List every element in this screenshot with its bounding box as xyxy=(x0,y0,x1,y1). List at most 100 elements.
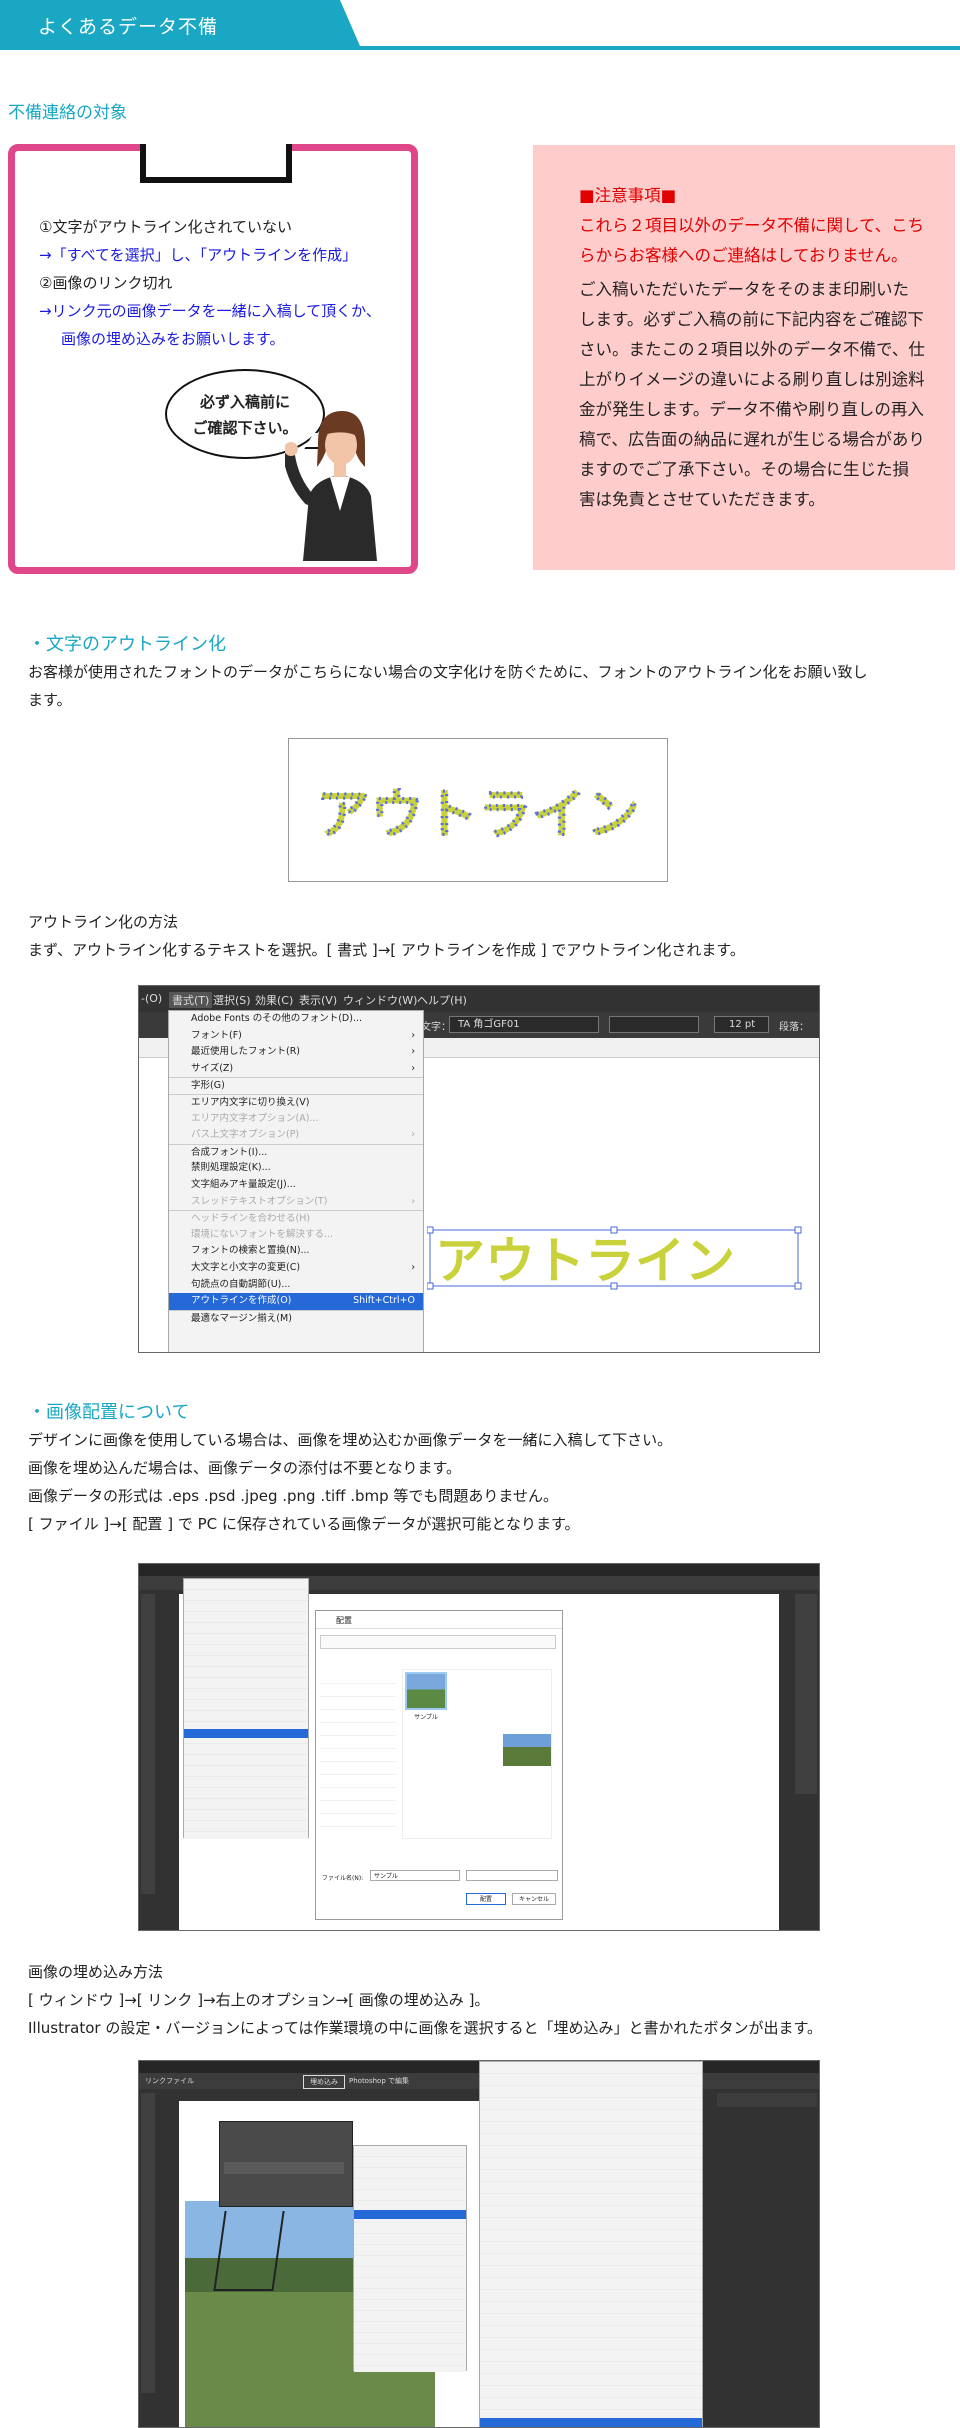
font-select[interactable]: TA 角ゴGF01 xyxy=(449,1016,599,1033)
menu-item[interactable]: 字形(G) xyxy=(169,1077,423,1094)
outline-method-title: アウトライン化の方法 xyxy=(28,913,179,931)
image-heading: ・画像配置について xyxy=(28,1402,190,1423)
image-desc-4: [ ファイル ]→[ 配置 ] で PC に保存されている画像データが選択可能と… xyxy=(28,1515,580,1533)
menu-item-create-outlines[interactable]: アウトラインを作成(O) Shift+Ctrl+O xyxy=(169,1293,423,1310)
file-type-select[interactable] xyxy=(466,1870,558,1881)
right-controls xyxy=(717,2093,817,2107)
screenshot-links-panel: リンクファイル 埋め込み Photoshop で編集 xyxy=(138,2060,820,2428)
menu-item[interactable]: 大文字と小文字の変更(C) › xyxy=(169,1260,423,1277)
notice-body: ご入稿いただいたデータをそのまま印刷いたします。必ずご入稿の前に下記内容をご確認… xyxy=(579,280,925,509)
check-item-2-action: →リンク元の画像データを一緒に入稿して頂くか、 xyxy=(39,302,381,320)
link-row[interactable] xyxy=(224,2162,344,2174)
clipboard-clip xyxy=(132,137,300,183)
menu-bar: -(O) 書式(T) 選択(S) 効果(C) 表示(V) ウィンドウ(W) ヘル… xyxy=(139,986,819,1012)
edit-in-photoshop-button[interactable]: Photoshop で編集 xyxy=(349,2076,409,2086)
section-title: 不備連絡の対象 xyxy=(8,103,127,123)
embed-button[interactable]: 埋め込み xyxy=(303,2075,345,2089)
menu-item[interactable]: 環境にないフォントを解決する... xyxy=(169,1227,423,1244)
place-dialog: 配置 サンプル ファイル名(N): サンプル 配置 キャンセル xyxy=(315,1610,563,1920)
screenshot-type-menu: -(O) 書式(T) 選択(S) 効果(C) 表示(V) ウィンドウ(W) ヘル… xyxy=(138,985,820,1353)
check-item-1-action: →「すべてを選択」し、「アウトラインを作成」 xyxy=(39,246,358,264)
menubar-item-type[interactable]: 書式(T) xyxy=(169,992,213,1008)
file-browser: サンプル xyxy=(402,1669,552,1839)
font-size-field[interactable]: 12 pt xyxy=(714,1016,769,1033)
menubar-item[interactable]: -(O) xyxy=(141,992,162,1005)
notice-red-text: これら２項目以外のデータ不備に関して、こちらからお客様へのご連絡はしておりません… xyxy=(579,216,925,265)
chair-shape xyxy=(213,2211,285,2291)
selected-outline-text: アウトライン xyxy=(435,1232,735,1290)
selected-text-object[interactable]: アウトライン xyxy=(427,1226,807,1296)
embed-title: 画像の埋め込み方法 xyxy=(28,1963,164,1981)
thumbnail-label: サンプル xyxy=(414,1714,438,1721)
dialog-title: 配置 xyxy=(316,1611,562,1629)
links-panel xyxy=(219,2121,353,2207)
outline-desc-2: ます。 xyxy=(28,691,72,709)
menu-item[interactable]: 合成フォント(I)... xyxy=(169,1143,423,1161)
menu-item[interactable]: 文字組みアキ量設定(J)... xyxy=(169,1177,423,1194)
menubar-item[interactable]: 表示(V) xyxy=(299,992,337,1008)
menu-item[interactable]: サイズ(Z) › xyxy=(169,1061,423,1078)
file-menu-items[interactable] xyxy=(184,1579,308,1839)
image-desc-3: 画像データの形式は .eps .psd .jpeg .png .tiff .bm… xyxy=(28,1487,558,1505)
font-style-select[interactable] xyxy=(609,1016,699,1033)
menu-item-links[interactable] xyxy=(480,2418,702,2427)
window-menu xyxy=(479,2061,703,2427)
menu-item[interactable]: 最適なマージン揃え(M) xyxy=(169,1309,423,1327)
menu-item-place[interactable] xyxy=(184,1729,308,1738)
menubar-item[interactable]: ヘルプ(H) xyxy=(417,992,467,1008)
link-file-label: リンクファイル xyxy=(145,2077,194,2085)
tools-panel xyxy=(141,1594,155,1894)
page-header: よくあるデータ不備 xyxy=(0,0,960,50)
image-desc-2: 画像を埋め込んだ場合は、画像データの添付は不要となります。 xyxy=(28,1459,462,1477)
menu-item[interactable]: 句読点の自動調節(U)... xyxy=(169,1277,423,1294)
links-options-items[interactable] xyxy=(354,2146,466,2372)
menu-item[interactable]: パス上文字オプション(P) › xyxy=(169,1127,423,1144)
embed-desc-1: [ ウィンドウ ]→[ リンク ]→右上のオプション→[ 画像の埋め込み ]。 xyxy=(28,1991,490,2009)
menu-item[interactable]: フォント(F) › xyxy=(169,1028,423,1045)
header-tab: よくあるデータ不備 xyxy=(0,0,360,46)
path-bar[interactable] xyxy=(320,1635,556,1649)
check-item-1: ①文字がアウトライン化されていない xyxy=(39,218,292,236)
file-menu xyxy=(183,1578,309,1839)
image-desc-1: デザインに画像を使用している場合は、画像を埋め込むか画像データを一緒に入稿して下… xyxy=(28,1431,673,1449)
outline-sample-svg: アウトライン xyxy=(315,782,640,846)
menubar-item[interactable]: 効果(C) xyxy=(255,992,293,1008)
menu-item[interactable]: フォントの検索と置換(N)... xyxy=(169,1243,423,1260)
menu-item[interactable]: ヘッドラインを合わせる(H) xyxy=(169,1210,423,1227)
folder-tree[interactable] xyxy=(320,1671,396,1831)
paragraph-label: 段落： xyxy=(779,1022,809,1033)
notice-box: ■注意事項■ これら２項目以外のデータ不備に関して、こちらからお客様へのご連絡は… xyxy=(533,145,955,570)
notice-title: ■注意事項■ xyxy=(579,186,677,205)
outline-heading: ・文字のアウトライン化 xyxy=(28,634,226,655)
outline-sample-box: アウトライン xyxy=(288,738,668,882)
place-button[interactable]: 配置 xyxy=(466,1893,506,1905)
screenshot-place-dialog: 配置 サンプル ファイル名(N): サンプル 配置 キャンセル xyxy=(138,1563,820,1931)
cancel-button[interactable]: キャンセル xyxy=(512,1893,556,1905)
font-label: 文字： xyxy=(421,1022,451,1033)
thumbnail-image[interactable] xyxy=(405,1672,447,1710)
check-item-2: ②画像のリンク切れ xyxy=(39,274,173,292)
menu-item[interactable]: スレッドテキストオプション(T) › xyxy=(169,1194,423,1211)
menubar-item[interactable]: ウィンドウ(W) xyxy=(343,992,417,1008)
checklist-box: ①文字がアウトライン化されていない →「すべてを選択」し、「アウトラインを作成」… xyxy=(8,137,418,574)
app-menubar xyxy=(139,1564,819,1576)
file-name-input[interactable]: サンプル xyxy=(370,1870,460,1881)
menubar-item[interactable]: 選択(S) xyxy=(213,992,251,1008)
embed-desc-2: Illustrator の設定・バージョンによっては作業環境の中に画像を選択する… xyxy=(28,2019,823,2037)
menu-item-embed-image[interactable] xyxy=(354,2210,466,2219)
outline-desc-1: お客様が使用されたフォントのデータがこちらにない場合の文字化けを防ぐために、フォ… xyxy=(28,663,868,681)
menu-item[interactable]: エリア内文字に切り換え(V) xyxy=(169,1093,423,1111)
links-options-menu xyxy=(353,2145,467,2372)
file-name-label: ファイル名(N): xyxy=(322,1875,364,1882)
preview-image xyxy=(503,1734,551,1766)
menu-item[interactable]: Adobe Fonts のその他のフォント(D)... xyxy=(169,1011,423,1028)
tools-panel xyxy=(141,2093,155,2393)
menu-item[interactable]: エリア内文字オプション(A)... xyxy=(169,1111,423,1128)
outline-sample-text: アウトライン xyxy=(316,783,640,846)
menu-item[interactable]: 最近使用したフォント(R) › xyxy=(169,1044,423,1061)
menu-item[interactable]: 禁則処理設定(K)... xyxy=(169,1160,423,1177)
window-menu-items[interactable] xyxy=(480,2062,702,2427)
header-title: よくあるデータ不備 xyxy=(38,16,219,38)
type-menu: Adobe Fonts のその他のフォント(D)... フォント(F) › 最近使… xyxy=(168,1010,424,1352)
side-panel xyxy=(795,1594,817,1794)
